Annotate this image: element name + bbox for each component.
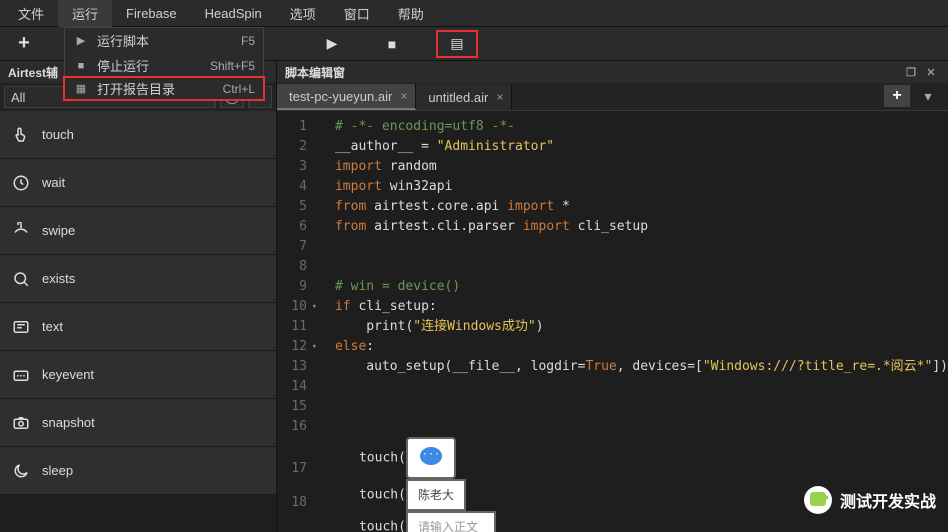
editor-tab-0[interactable]: test-pc-yueyun.air×	[277, 84, 416, 110]
wechat-icon	[804, 486, 832, 514]
tool-touch[interactable]: touch	[0, 111, 276, 159]
tool-exists[interactable]: exists	[0, 255, 276, 303]
toolbar-report-button[interactable]: ▤	[436, 30, 478, 58]
right-panel: 脚本编辑窗 ❐ ✕ test-pc-yueyun.air×untitled.ai…	[277, 61, 948, 532]
run-menu-dropdown: ▶运行脚本F5■停止运行Shift+F5▦打开报告目录Ctrl+L	[64, 27, 264, 100]
editor-tab-1[interactable]: untitled.air×	[416, 84, 512, 110]
left-panel-title: Airtest辅	[8, 64, 58, 81]
editor-panel-title: 脚本编辑窗	[285, 64, 345, 81]
menu-item-6[interactable]: 帮助	[384, 0, 438, 27]
close-icon[interactable]: ×	[496, 90, 503, 104]
code-area[interactable]: # -*- encoding=utf8 -*-__author__ = "Adm…	[317, 111, 948, 532]
tool-keyevent[interactable]: keyevent	[0, 351, 276, 399]
dropdown-item-1[interactable]: ■停止运行Shift+F5	[65, 53, 263, 78]
embedded-image-bubble	[406, 437, 456, 479]
editor-tabs: test-pc-yueyun.air×untitled.air× +▾	[277, 83, 948, 111]
toolbar-stop-button[interactable]: ■	[376, 30, 408, 58]
panel-close-icon[interactable]: ✕	[922, 66, 940, 79]
dropdown-item-0[interactable]: ▶运行脚本F5	[65, 28, 263, 53]
tool-snapshot[interactable]: snapshot	[0, 399, 276, 447]
menu-item-3[interactable]: HeadSpin	[191, 2, 276, 25]
add-tab-button[interactable]: +	[884, 85, 910, 107]
toolbar-play-button[interactable]: ▶	[316, 30, 348, 58]
menubar: 文件运行FirebaseHeadSpin选项窗口帮助	[0, 0, 948, 27]
menu-item-5[interactable]: 窗口	[330, 0, 384, 27]
tool-wait[interactable]: wait	[0, 159, 276, 207]
close-icon[interactable]: ×	[400, 89, 407, 103]
code-editor[interactable]: 12345678910111213141516171819 # -*- enco…	[277, 111, 948, 532]
panel-undock-icon[interactable]: ❐	[902, 66, 920, 79]
editor-panel-header: 脚本编辑窗 ❐ ✕	[277, 61, 948, 83]
tool-swipe[interactable]: swipe	[0, 207, 276, 255]
toolbar-new-button[interactable]: +	[8, 30, 40, 58]
embedded-placeholder: 请输入正文	[406, 511, 496, 532]
dropdown-item-2[interactable]: ▦打开报告目录Ctrl+L	[63, 76, 265, 101]
tab-menu-icon[interactable]: ▾	[912, 82, 944, 110]
menu-item-4[interactable]: 选项	[276, 0, 330, 27]
left-panel: Airtest辅 ❐ ✕ All ▾ ◯ ⧉ touchwaitswipeexi…	[0, 61, 277, 532]
tool-text[interactable]: text	[0, 303, 276, 351]
tool-sleep[interactable]: sleep	[0, 447, 276, 495]
menu-item-2[interactable]: Firebase	[112, 2, 191, 25]
menu-item-1[interactable]: 运行	[58, 0, 112, 27]
line-gutter: 12345678910111213141516171819	[277, 111, 317, 532]
embedded-text-1: 陈老大	[406, 479, 466, 511]
tool-list: touchwaitswipeexiststextkeyeventsnapshot…	[0, 111, 276, 532]
watermark: 测试开发实战	[804, 486, 936, 514]
menu-item-0[interactable]: 文件	[4, 0, 58, 27]
